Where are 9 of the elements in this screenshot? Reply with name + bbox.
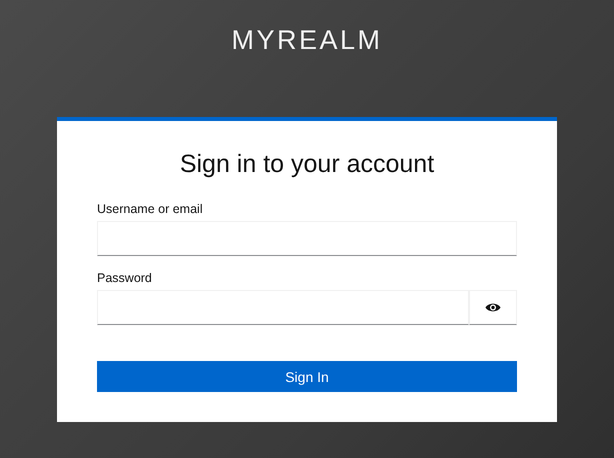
show-password-button[interactable] bbox=[469, 290, 517, 325]
password-field[interactable] bbox=[97, 290, 469, 325]
field-label: Password bbox=[97, 270, 153, 286]
card-heading: Sign in to your account bbox=[178, 149, 436, 180]
eye-icon bbox=[485, 302, 501, 313]
sign-in-button[interactable]: Sign In bbox=[97, 361, 517, 392]
realm-title: MYREALM bbox=[231, 24, 383, 56]
field-label: Username or email bbox=[97, 201, 204, 217]
username-field[interactable] bbox=[97, 221, 517, 256]
